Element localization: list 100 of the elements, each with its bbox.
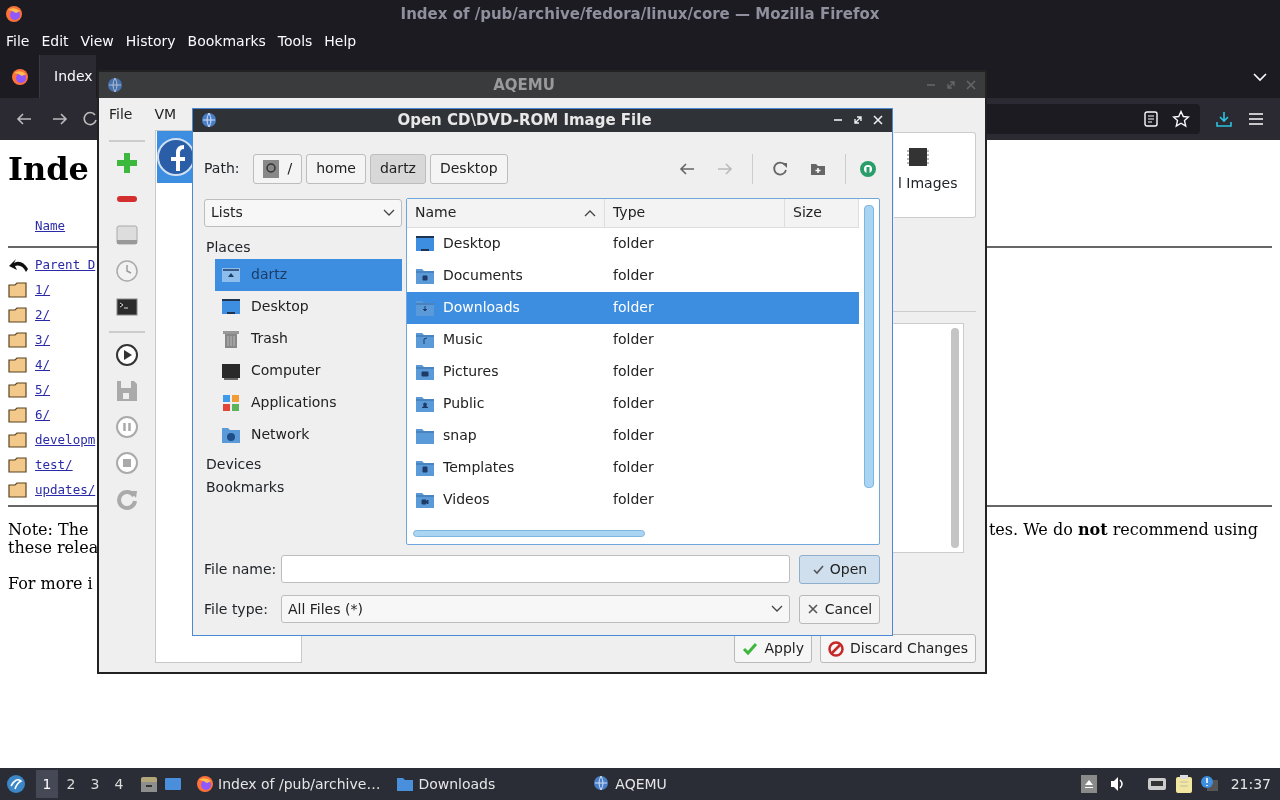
menu-icon[interactable] bbox=[1248, 112, 1264, 126]
column-header-link[interactable]: Name bbox=[35, 217, 66, 236]
workspace-switcher[interactable]: 3 bbox=[84, 770, 106, 798]
file-row[interactable]: snap folder bbox=[407, 419, 859, 452]
directory-link[interactable]: test/ bbox=[35, 455, 73, 475]
file-row[interactable]: Public folder bbox=[407, 387, 859, 420]
chip-icon bbox=[906, 145, 930, 169]
eject-icon[interactable] bbox=[1080, 775, 1097, 793]
menu-item[interactable]: Help bbox=[324, 31, 357, 52]
file-type-dropdown[interactable]: All Files (*) bbox=[281, 595, 790, 623]
column-header[interactable]: Type bbox=[605, 198, 785, 227]
reload-icon[interactable] bbox=[82, 111, 98, 127]
back-arrow-icon[interactable] bbox=[679, 161, 695, 176]
notification-icon[interactable] bbox=[1198, 775, 1219, 793]
menu-item[interactable]: File bbox=[109, 103, 133, 125]
directory-link[interactable]: 2/ bbox=[35, 305, 51, 325]
apply-button[interactable]: Apply bbox=[734, 634, 812, 663]
check-icon bbox=[742, 640, 759, 657]
forward-arrow-icon[interactable] bbox=[52, 112, 68, 126]
file-row[interactable]: Desktop folder bbox=[407, 227, 859, 260]
workspace-switcher[interactable]: 4 bbox=[108, 770, 130, 798]
clipboard-icon[interactable] bbox=[1174, 774, 1193, 794]
clock[interactable]: 21:37 bbox=[1230, 773, 1271, 795]
menu-item[interactable]: Tools bbox=[277, 31, 313, 52]
menu-item[interactable]: Bookmarks bbox=[187, 31, 266, 52]
browser-tab[interactable]: Index bbox=[40, 55, 96, 98]
folder-icon bbox=[8, 330, 28, 349]
taskbar-task[interactable]: AQEMU bbox=[589, 773, 671, 795]
reload-icon[interactable] bbox=[772, 160, 788, 177]
directory-link[interactable]: Parent D bbox=[35, 255, 96, 275]
file-name-field[interactable] bbox=[281, 555, 790, 583]
places-item[interactable]: Trash bbox=[215, 322, 402, 355]
path-button[interactable]: dartz bbox=[369, 153, 426, 184]
menu-item[interactable]: History bbox=[125, 31, 176, 52]
show-desktop-icon[interactable] bbox=[164, 776, 182, 792]
column-header[interactable]: Name bbox=[407, 198, 605, 227]
places-item[interactable]: Applications bbox=[215, 386, 402, 419]
file-row[interactable]: Documents folder bbox=[407, 259, 859, 292]
folder-icon bbox=[8, 280, 28, 299]
vm-list-item[interactable] bbox=[157, 131, 194, 183]
back-arrow-icon[interactable] bbox=[16, 112, 32, 126]
terminal-icon[interactable] bbox=[115, 295, 139, 319]
new-folder-icon[interactable] bbox=[810, 161, 826, 176]
reader-view-icon[interactable] bbox=[1144, 111, 1158, 127]
firefox-logo-icon bbox=[5, 5, 23, 23]
directory-link[interactable]: 3/ bbox=[35, 330, 51, 350]
file-type: folder bbox=[612, 266, 655, 285]
apps-place-icon bbox=[221, 392, 241, 413]
file-cabinet-icon[interactable] bbox=[140, 775, 158, 793]
note-text: For more i bbox=[8, 575, 93, 594]
file-row[interactable]: Music folder bbox=[407, 323, 859, 356]
volume-icon[interactable] bbox=[1108, 776, 1125, 792]
path-button[interactable]: home bbox=[306, 153, 366, 184]
view-dropdown[interactable]: Lists bbox=[204, 198, 402, 227]
path-button[interactable]: Desktop bbox=[429, 153, 508, 184]
menu-item[interactable]: File bbox=[6, 31, 30, 52]
taskbar-task[interactable]: Downloads bbox=[392, 773, 500, 795]
directory-link[interactable]: 4/ bbox=[35, 355, 51, 375]
start-menu-icon[interactable] bbox=[6, 774, 26, 794]
places-item[interactable]: Network bbox=[215, 418, 402, 451]
menu-item[interactable]: VM bbox=[154, 103, 177, 125]
directory-link[interactable]: developm bbox=[35, 430, 96, 450]
file-type: folder bbox=[612, 234, 655, 253]
network-icon[interactable] bbox=[1146, 776, 1167, 792]
chevron-down-icon[interactable] bbox=[1252, 71, 1268, 82]
menu-item[interactable]: Edit bbox=[41, 31, 69, 52]
virtual-images-card[interactable]: l Images bbox=[894, 132, 976, 218]
file-type: folder bbox=[612, 330, 655, 349]
section-heading: Devices bbox=[206, 454, 263, 472]
vertical-scrollbar[interactable] bbox=[864, 204, 874, 488]
open-button[interactable]: Open bbox=[799, 554, 880, 584]
folder-icon bbox=[8, 405, 28, 424]
file-name: Documents bbox=[443, 266, 523, 285]
app-globe-icon bbox=[201, 112, 217, 129]
app-globe-icon bbox=[107, 77, 123, 93]
workspace-switcher[interactable]: 2 bbox=[60, 770, 82, 798]
directory-link[interactable]: 1/ bbox=[35, 280, 51, 300]
close-icon bbox=[806, 603, 819, 615]
directory-link[interactable]: 6/ bbox=[35, 405, 51, 425]
play-icon[interactable] bbox=[115, 343, 139, 367]
desktop-folder-icon bbox=[415, 233, 435, 254]
horizontal-scrollbar[interactable] bbox=[413, 530, 645, 537]
directory-link[interactable]: 5/ bbox=[35, 380, 51, 400]
star-icon[interactable] bbox=[1172, 110, 1190, 128]
column-header[interactable]: Size bbox=[785, 198, 859, 227]
file-row[interactable]: Templates folder bbox=[407, 451, 859, 484]
places-item[interactable]: Computer bbox=[215, 354, 402, 387]
menu-item[interactable]: View bbox=[80, 31, 114, 52]
discard-changes-button[interactable]: Discard Changes bbox=[820, 634, 976, 663]
path-button[interactable]: / bbox=[253, 153, 303, 184]
directory-link[interactable]: updates/ bbox=[35, 480, 96, 500]
download-icon[interactable] bbox=[1216, 111, 1232, 127]
workspace-switcher[interactable]: 1 bbox=[36, 770, 58, 798]
maximize-icon[interactable] bbox=[852, 114, 864, 127]
taskbar-task[interactable]: Index of /pub/archive… bbox=[192, 773, 385, 795]
file-row[interactable]: Videos folder bbox=[407, 483, 859, 516]
scrollbar-thumb[interactable] bbox=[951, 328, 959, 548]
cancel-button[interactable]: Cancel bbox=[799, 594, 880, 624]
places-item[interactable]: Desktop bbox=[215, 290, 402, 323]
file-row[interactable]: Pictures folder bbox=[407, 355, 859, 388]
